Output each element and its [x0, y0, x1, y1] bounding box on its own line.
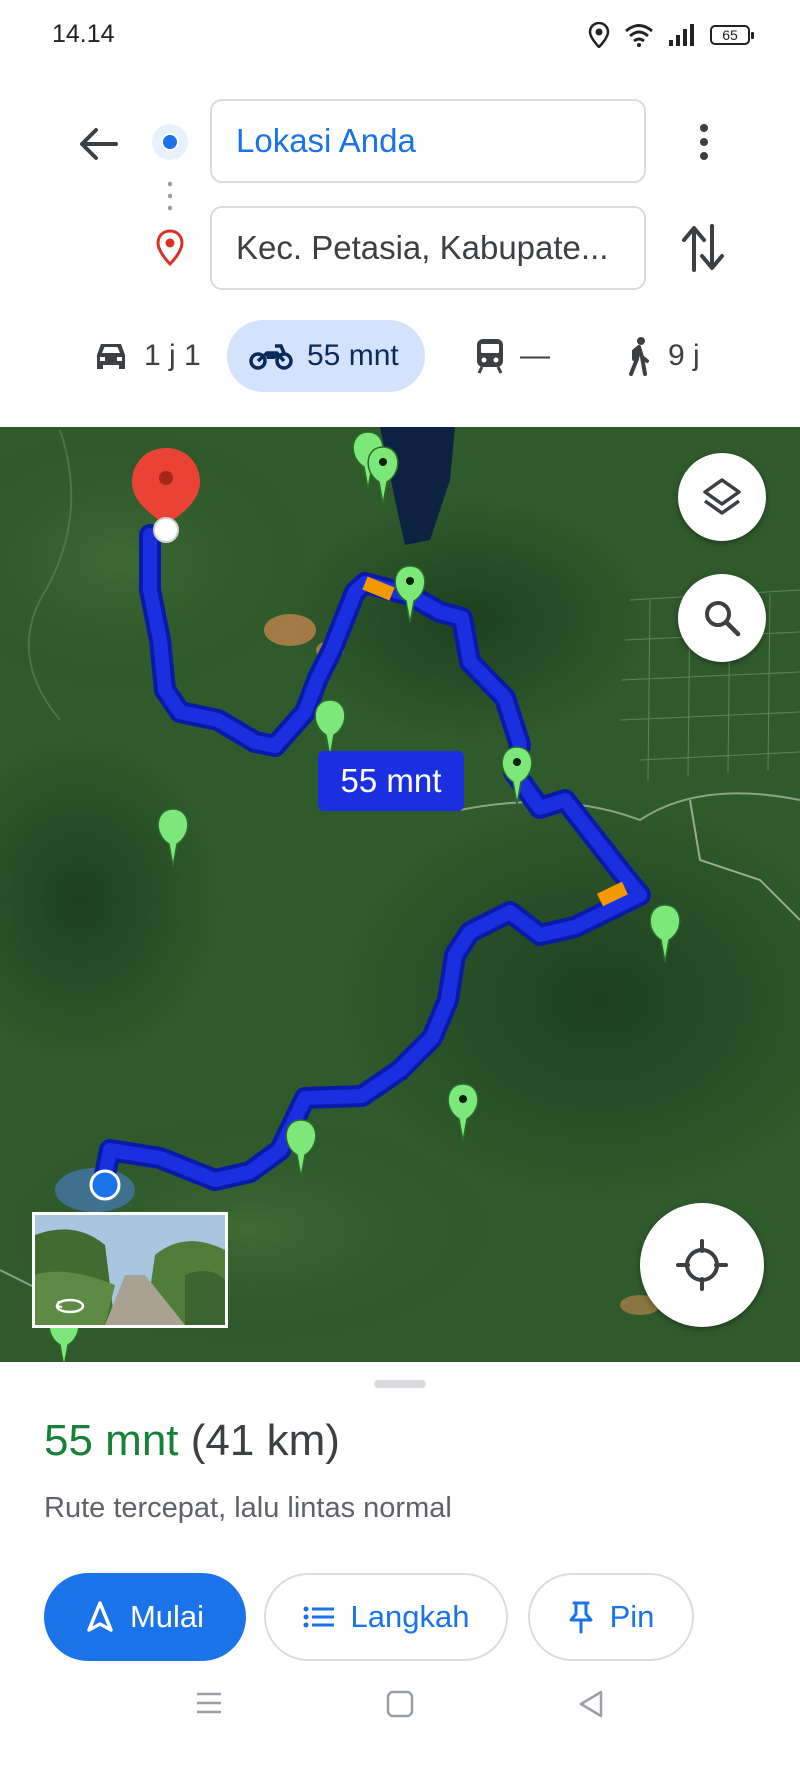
- nav-home-button[interactable]: [386, 1690, 414, 1723]
- nav-back-button[interactable]: [578, 1690, 604, 1723]
- mode-motorcycle-tab[interactable]: 55 mnt: [227, 320, 425, 392]
- walk-icon: [629, 337, 649, 376]
- steps-label: Langkah: [350, 1599, 470, 1634]
- my-location-button[interactable]: [640, 1203, 764, 1327]
- layers-button[interactable]: [678, 453, 766, 541]
- rotate-360-icon: [55, 1298, 85, 1314]
- nav-menu-button[interactable]: [196, 1690, 222, 1721]
- status-bar: 14.14 65: [0, 0, 800, 72]
- signal-icon: [669, 24, 694, 46]
- mode-walk-tab[interactable]: 9 j: [624, 320, 700, 392]
- status-time: 14.14: [52, 20, 115, 48]
- list-icon: [303, 1606, 334, 1628]
- transit-icon: [477, 339, 503, 374]
- pin-button[interactable]: Pin: [528, 1573, 694, 1661]
- route-duration-label[interactable]: 55 mnt: [318, 751, 464, 811]
- my-location-icon: [676, 1239, 728, 1291]
- pin-icon: [569, 1601, 593, 1634]
- sheet-drag-handle[interactable]: [374, 1380, 426, 1388]
- motorcycle-icon: [249, 344, 293, 370]
- more-vert-icon: [700, 124, 708, 160]
- street-view-thumbnail[interactable]: [32, 1212, 228, 1328]
- arrow-back-icon: [80, 128, 118, 160]
- status-icons: 65: [588, 22, 754, 48]
- route-distance: (41 km): [190, 1416, 340, 1465]
- steps-button[interactable]: Langkah: [264, 1573, 508, 1661]
- start-navigation-button[interactable]: Mulai: [44, 1573, 246, 1661]
- mode-transit-tab[interactable]: —: [474, 320, 550, 392]
- mode-motorcycle-label: 55 mnt: [307, 339, 399, 372]
- route-description: Rute tercepat, lalu lintas normal: [44, 1492, 452, 1524]
- more-options-button[interactable]: [682, 118, 726, 166]
- battery-level: 65: [722, 27, 738, 43]
- swap-button[interactable]: [680, 222, 726, 274]
- battery-icon: 65: [710, 25, 754, 45]
- menu-icon: [197, 1692, 221, 1714]
- destination-input[interactable]: Kec. Petasia, Kabupate...: [210, 206, 646, 290]
- destination-marker-icon: [154, 228, 186, 273]
- car-icon: [97, 344, 125, 369]
- back-button[interactable]: [72, 118, 124, 170]
- mode-car-label: 1 j 1: [144, 339, 201, 372]
- navigation-arrow-icon: [87, 1601, 113, 1632]
- location-status-icon: [588, 22, 610, 48]
- search-icon: [705, 601, 741, 637]
- pin-label: Pin: [609, 1599, 655, 1634]
- mode-transit-label: —: [520, 339, 550, 372]
- route-duration: 55 mnt: [44, 1416, 179, 1465]
- route-connector-dots: [168, 178, 172, 214]
- start-navigation-label: Mulai: [129, 1599, 205, 1634]
- mode-car-tab[interactable]: 1 j 1: [92, 320, 201, 392]
- layers-icon: [703, 478, 741, 515]
- mode-walk-label: 9 j: [668, 339, 700, 372]
- origin-input[interactable]: Lokasi Anda: [210, 99, 646, 183]
- origin-marker-icon: [152, 124, 188, 160]
- swap-vert-icon: [682, 224, 724, 272]
- route-summary: 55 mnt (41 km): [44, 1416, 340, 1466]
- back-triangle-icon: [579, 1690, 603, 1718]
- wifi-icon: [625, 24, 653, 47]
- home-square-icon: [386, 1690, 414, 1718]
- search-along-route-button[interactable]: [678, 574, 766, 662]
